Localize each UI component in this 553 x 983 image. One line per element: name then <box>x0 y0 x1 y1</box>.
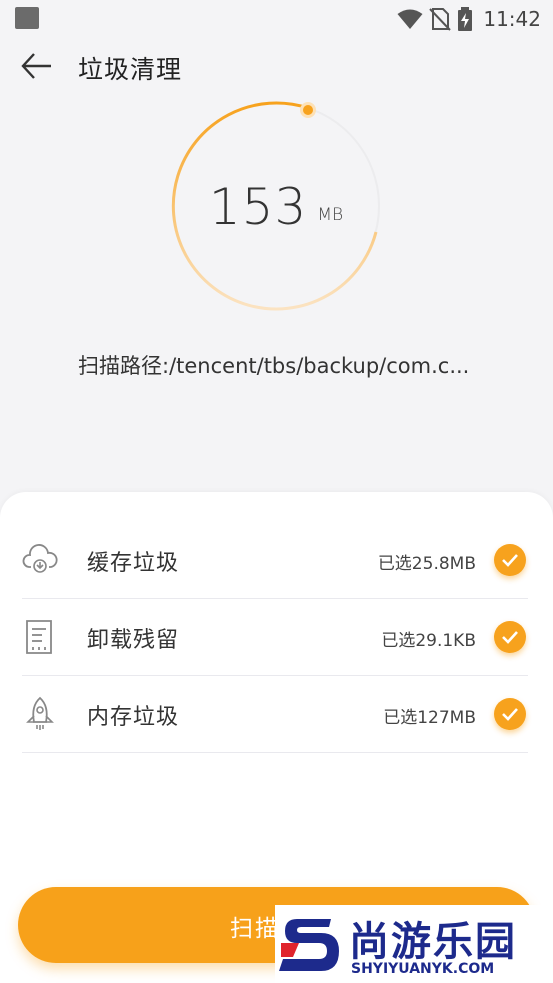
watermark-title: 尚游乐园 <box>349 919 517 965</box>
status-bar: 11:42 <box>0 0 553 38</box>
junk-list: 缓存垃圾 已选25.8MB 卸载残留 已选29.1KB 内存垃圾 已选127MB <box>22 522 528 753</box>
gauge-indicator <box>303 105 313 115</box>
watermark-logo-icon <box>279 919 339 971</box>
check-icon <box>502 631 518 644</box>
list-item-cache-junk[interactable]: 缓存垃圾 已选25.8MB <box>22 522 528 599</box>
cloud-download-icon <box>22 544 58 573</box>
arrow-left-icon[interactable] <box>20 51 54 81</box>
list-item-size: 已选29.1KB <box>381 631 476 651</box>
app-notification-icon <box>15 7 39 29</box>
scan-button-label: 扫描 <box>230 916 280 942</box>
list-item-label: 缓存垃圾 <box>87 551 180 576</box>
watermark-url: SHYIYUANYK.COM <box>351 961 495 977</box>
checkbox-checked[interactable] <box>494 621 526 653</box>
list-item-uninstall-residue[interactable]: 卸载残留 已选29.1KB <box>22 599 528 676</box>
battery-charging-icon <box>458 7 473 31</box>
list-item-size: 已选127MB <box>383 708 476 728</box>
rocket-icon <box>26 696 54 730</box>
checkbox-checked[interactable] <box>494 544 526 576</box>
site-watermark: 尚游乐园 SHYIYUANYK.COM <box>275 905 553 983</box>
status-icons: 11:42 <box>397 6 541 32</box>
junk-size-value: 153 <box>208 178 308 236</box>
list-item-label: 内存垃圾 <box>87 705 180 730</box>
checkbox-checked[interactable] <box>494 698 526 730</box>
list-item-size: 已选25.8MB <box>377 554 476 574</box>
document-icon <box>26 620 52 654</box>
check-icon <box>502 554 518 567</box>
no-sim-icon <box>429 8 452 31</box>
list-item-label: 卸载残留 <box>87 628 180 653</box>
app-header: 垃圾清理 <box>0 40 553 92</box>
list-item-memory-junk[interactable]: 内存垃圾 已选127MB <box>22 676 528 753</box>
wifi-icon <box>397 9 423 29</box>
gauge-value: 153 MB <box>166 178 386 236</box>
scan-path: 扫描路径:/tencent/tbs/backup/com.c... <box>78 354 470 378</box>
page-title: 垃圾清理 <box>78 55 183 84</box>
junk-size-gauge: 153 MB <box>166 100 386 320</box>
junk-size-unit: MB <box>317 205 344 225</box>
status-time: 11:42 <box>483 7 541 31</box>
check-icon <box>502 708 518 721</box>
